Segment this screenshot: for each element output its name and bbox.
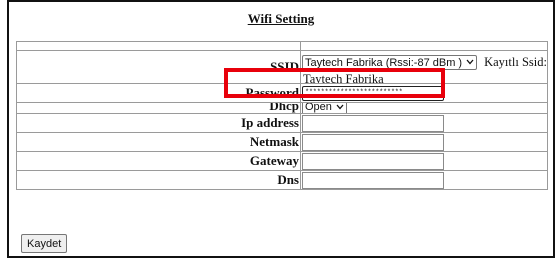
chevron-down-icon [336,104,344,112]
ssid-row: SSID Taytech Fabrika (Rssi:-87 dBm ) Kay… [16,50,548,84]
chevron-down-icon [466,58,474,67]
ssid-selected-value: Taytech Fabrika (Rssi:-87 dBm ) [305,56,463,69]
dns-label: Dns [16,170,301,190]
ssid-label: SSID [16,50,301,84]
saved-ssid-value: Taytech Fabrika [303,71,384,83]
saved-ssid-label: Kayıtlı Ssid: [484,55,546,70]
dhcp-label: Dhcp [269,103,299,113]
ip-address-row: Ip address [16,113,548,133]
dhcp-selected-value: Open [305,103,332,113]
netmask-label: Netmask [16,132,301,152]
dns-input[interactable] [302,171,444,189]
dhcp-row: Dhcp Open [16,102,548,114]
password-label: Password [16,83,301,103]
wifi-settings-form: SSID Taytech Fabrika (Rssi:-87 dBm ) Kay… [16,41,548,190]
ssid-select[interactable]: Taytech Fabrika (Rssi:-87 dBm ) [302,55,478,71]
gateway-row: Gateway [16,151,548,171]
password-input[interactable]: ************************* [302,85,444,101]
gateway-label: Gateway [16,151,301,171]
page-title: Wifi Setting [247,11,315,26]
spacer-row [16,41,548,51]
password-row: Password ************************* [16,83,548,103]
netmask-row: Netmask [16,132,548,152]
netmask-input[interactable] [302,133,444,151]
save-button[interactable]: Kaydet [21,234,68,253]
wifi-settings-panel: Wifi Setting SSID Taytech Fabrika (Rssi:… [7,0,555,258]
dns-row: Dns [16,170,548,190]
dhcp-select[interactable]: Open [302,103,347,113]
ip-address-label: Ip address [16,113,301,133]
ip-address-input[interactable] [302,114,444,132]
gateway-input[interactable] [302,152,444,170]
